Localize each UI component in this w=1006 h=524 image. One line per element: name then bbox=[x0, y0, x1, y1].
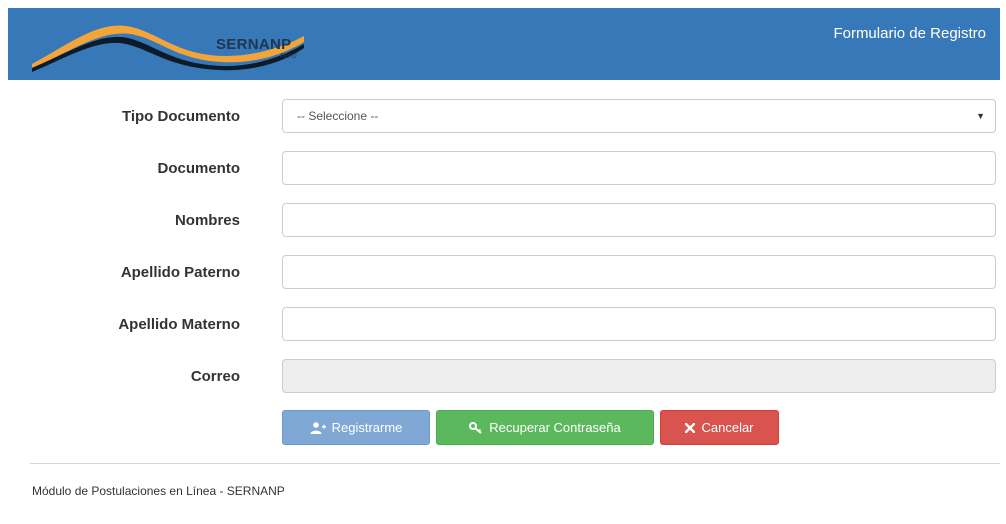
caret-down-icon: ▼ bbox=[976, 111, 985, 121]
row-apellido-materno: Apellido Materno bbox=[8, 307, 1000, 343]
sernanp-logo: SERNANP PERU bbox=[26, 16, 306, 72]
cancel-label: Cancelar bbox=[701, 420, 754, 435]
recover-label: Recuperar Contraseña bbox=[489, 420, 621, 435]
row-apellido-paterno: Apellido Paterno bbox=[8, 255, 1000, 291]
register-label: Registrarme bbox=[331, 420, 403, 435]
register-button[interactable]: Registrarme bbox=[282, 410, 430, 445]
logo-subtext: PERU bbox=[280, 54, 297, 60]
add-user-icon bbox=[310, 421, 326, 434]
apellido-paterno-input[interactable] bbox=[282, 255, 996, 289]
row-tipo-documento: Tipo Documento -- Seleccione -- ▼ bbox=[8, 99, 1000, 135]
logo-text: SERNANP bbox=[216, 36, 292, 53]
documento-input[interactable] bbox=[282, 151, 996, 185]
registration-page: SERNANP PERU Formulario de Registro Tipo… bbox=[8, 8, 1000, 518]
footer-text: Módulo de Postulaciones en Línea - SERNA… bbox=[32, 484, 285, 498]
label-apellido-paterno: Apellido Paterno bbox=[120, 264, 240, 281]
select-value: -- Seleccione -- bbox=[297, 109, 379, 123]
label-documento: Documento bbox=[157, 160, 241, 177]
label-apellido-materno: Apellido Materno bbox=[118, 316, 240, 333]
header-bar: SERNANP PERU Formulario de Registro bbox=[8, 8, 1000, 80]
row-nombres: Nombres bbox=[8, 203, 1000, 239]
row-correo: Correo bbox=[8, 359, 1000, 395]
label-tipo-documento: Tipo Documento bbox=[121, 108, 240, 125]
tipo-documento-select[interactable]: -- Seleccione -- ▼ bbox=[282, 99, 996, 133]
close-icon bbox=[685, 422, 696, 433]
recover-password-button[interactable]: Recuperar Contraseña bbox=[436, 410, 654, 445]
footer-divider bbox=[30, 463, 1000, 464]
page-title: Formulario de Registro bbox=[833, 25, 986, 42]
nombres-input[interactable] bbox=[282, 203, 996, 237]
label-nombres: Nombres bbox=[174, 212, 240, 229]
key-icon bbox=[469, 421, 482, 434]
cancel-button[interactable]: Cancelar bbox=[660, 410, 779, 445]
label-correo: Correo bbox=[190, 368, 240, 385]
row-documento: Documento bbox=[8, 151, 1000, 187]
apellido-materno-input[interactable] bbox=[282, 307, 996, 341]
correo-input[interactable] bbox=[282, 359, 996, 393]
